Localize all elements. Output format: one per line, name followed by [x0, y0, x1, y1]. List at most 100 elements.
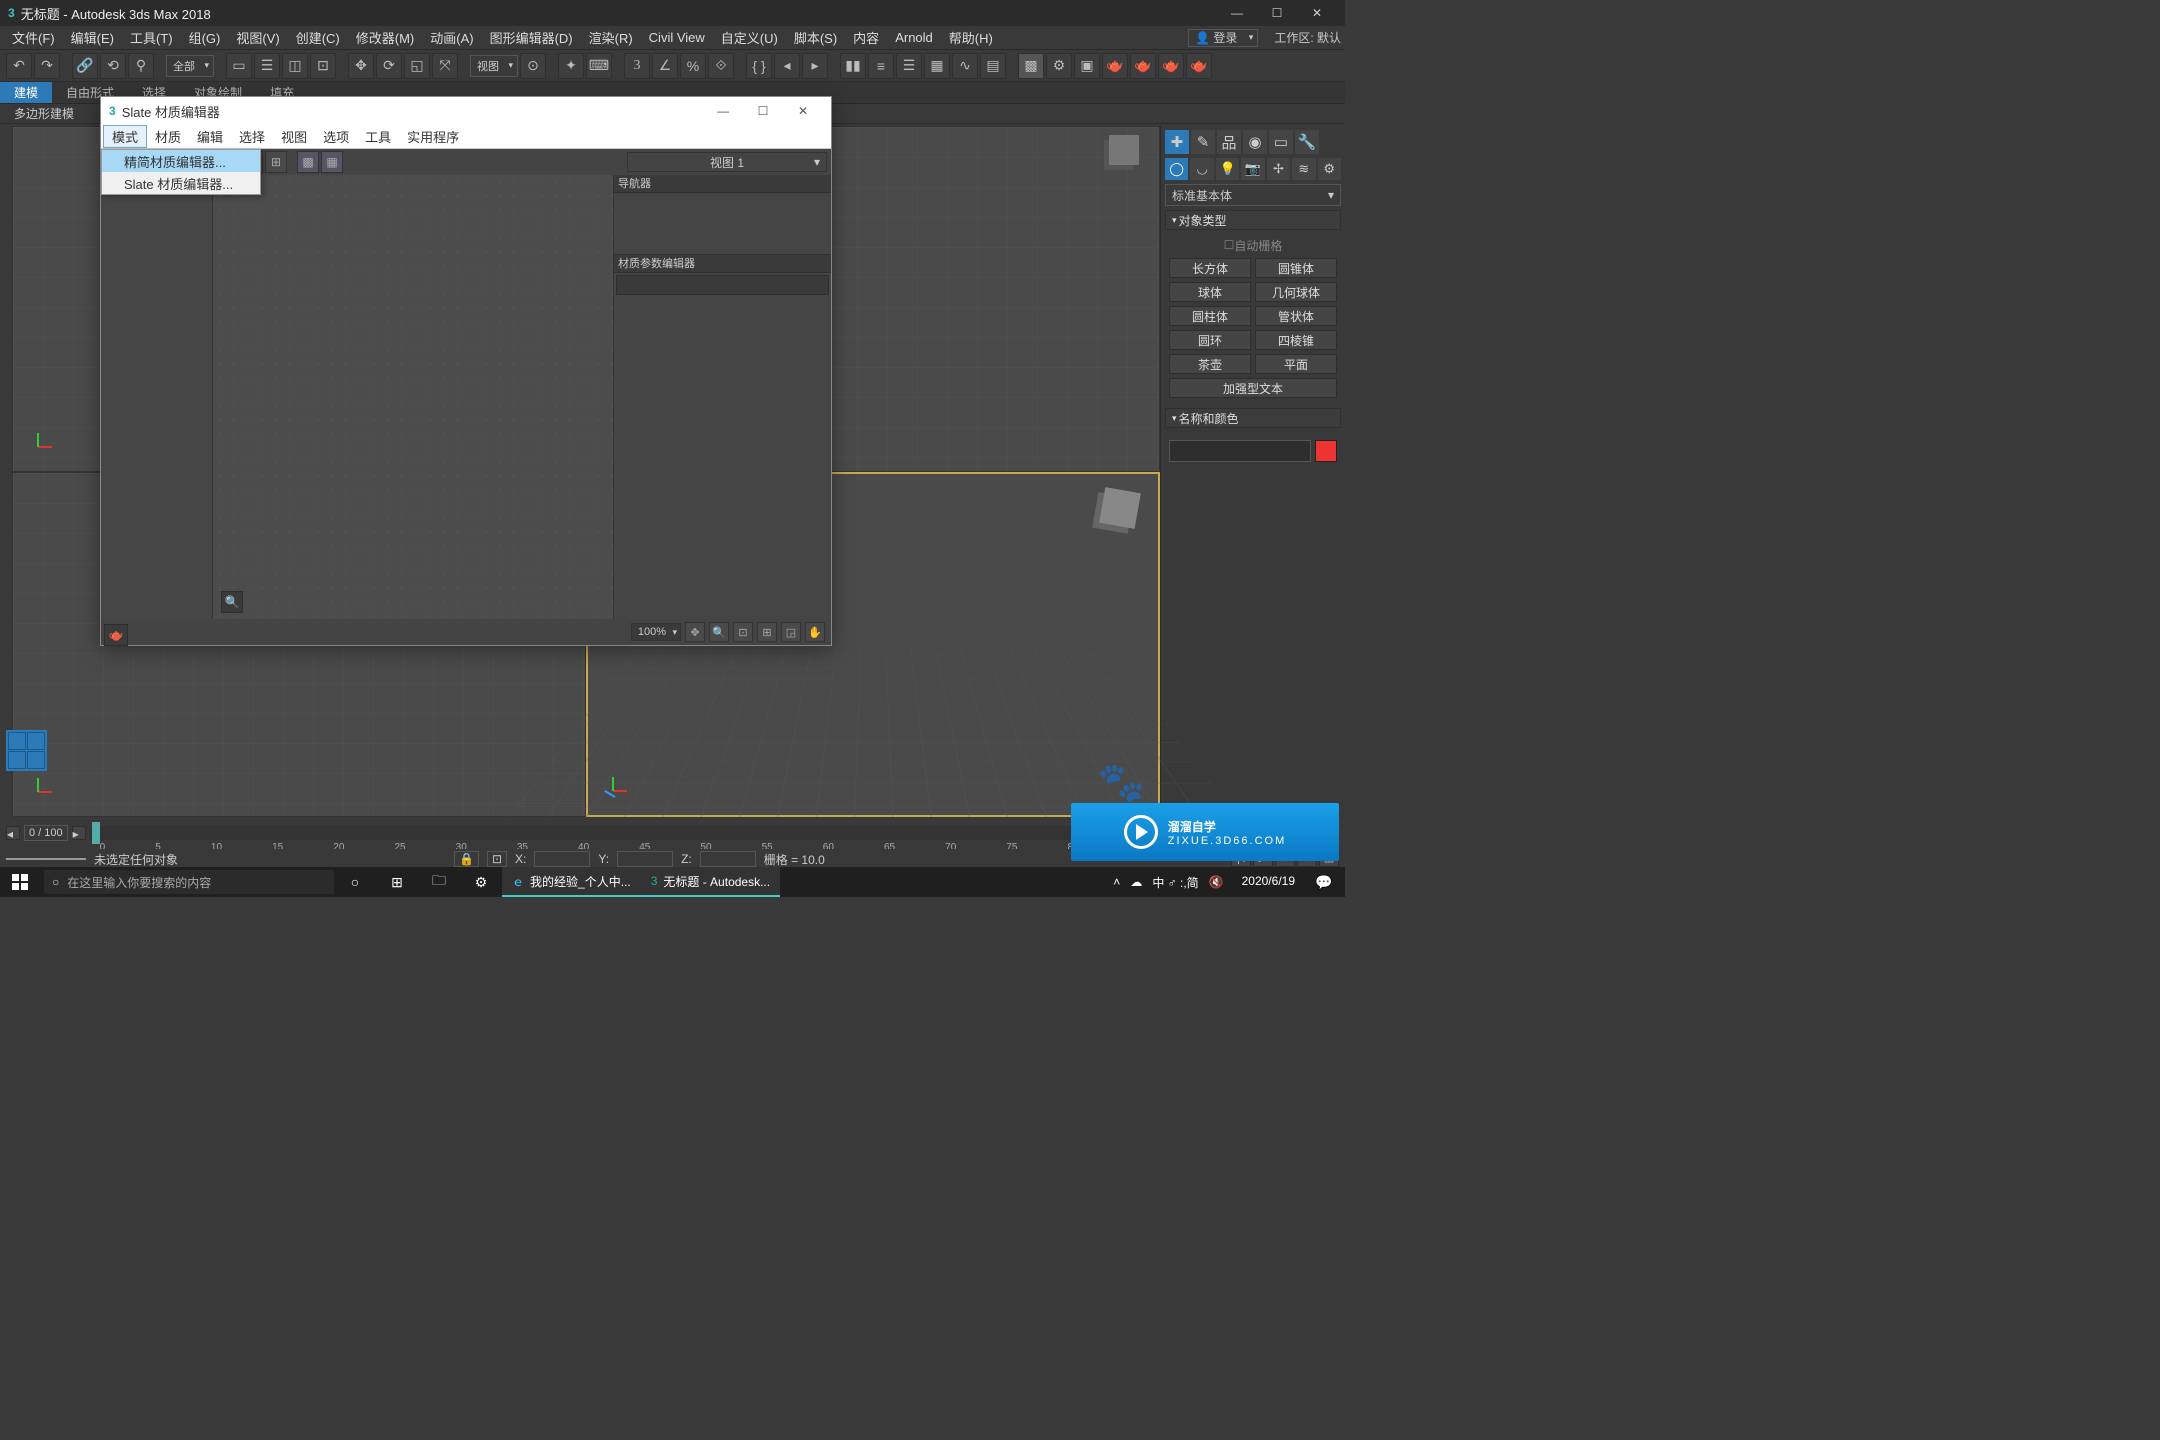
- menu-maxscript[interactable]: 脚本(S): [786, 26, 845, 49]
- schematic-button[interactable]: ▤: [980, 53, 1006, 79]
- slate-menu-edit[interactable]: 编辑: [189, 125, 231, 148]
- create-cameras-button[interactable]: 📷: [1241, 158, 1264, 180]
- window-minimize-button[interactable]: —: [1217, 0, 1257, 26]
- selset-prev-button[interactable]: ◂: [774, 53, 800, 79]
- slate-search-button[interactable]: 🔍: [221, 591, 243, 613]
- autogrid-checkbox[interactable]: ☐ 自动栅格: [1169, 236, 1337, 254]
- slate-zoom-dropdown[interactable]: 100%: [631, 623, 681, 641]
- coord-x-field[interactable]: [534, 851, 590, 867]
- slate-material-browser[interactable]: [101, 175, 213, 619]
- prim-tube-button[interactable]: 管状体: [1255, 306, 1337, 326]
- slate-param-header[interactable]: 材质参数编辑器: [614, 255, 831, 273]
- menu-modifiers[interactable]: 修改器(M): [348, 26, 423, 49]
- pivot-button[interactable]: ⊙: [520, 53, 546, 79]
- prim-pyramid-button[interactable]: 四棱锥: [1255, 330, 1337, 350]
- viewcube-icon[interactable]: [1099, 487, 1141, 529]
- menu-edit[interactable]: 编辑(E): [63, 26, 122, 49]
- mirror-button[interactable]: ▮▮: [840, 53, 866, 79]
- rotate-button[interactable]: ⟳: [376, 53, 402, 79]
- create-lights-button[interactable]: 💡: [1216, 158, 1239, 180]
- slate-titlebar[interactable]: 3 Slate 材质编辑器 — ☐ ✕: [101, 97, 831, 125]
- prim-cylinder-button[interactable]: 圆柱体: [1169, 306, 1251, 326]
- mode-slate-item[interactable]: Slate 材质编辑器...: [102, 172, 260, 194]
- tray-up-icon[interactable]: ˄: [1113, 875, 1120, 889]
- slate-layout-button[interactable]: ⊞: [265, 151, 287, 173]
- slate-navigator-header[interactable]: 导航器: [614, 175, 831, 193]
- menu-civilview[interactable]: Civil View: [641, 26, 713, 49]
- menu-arnold[interactable]: Arnold: [887, 26, 941, 49]
- window-maximize-button[interactable]: ☐: [1257, 0, 1297, 26]
- create-category-dropdown[interactable]: 标准基本体: [1165, 184, 1341, 206]
- cmd-tab-modify[interactable]: ✎: [1191, 130, 1215, 154]
- menu-create[interactable]: 创建(C): [288, 26, 348, 49]
- create-geometry-button[interactable]: ◯: [1165, 158, 1188, 180]
- prim-cone-button[interactable]: 圆锥体: [1255, 258, 1337, 278]
- align-button[interactable]: ≡: [868, 53, 894, 79]
- timeline-next-button[interactable]: ▸: [72, 826, 86, 840]
- cmd-tab-utilities[interactable]: 🔧: [1295, 130, 1319, 154]
- volume-icon[interactable]: 🔇: [1209, 875, 1224, 889]
- taskbar-search[interactable]: ○ 在这里输入你要搜索的内容: [44, 870, 334, 894]
- create-helpers-button[interactable]: ✢: [1267, 158, 1290, 180]
- slate-node-view[interactable]: 🔍: [213, 175, 613, 619]
- object-name-field[interactable]: [1169, 440, 1311, 462]
- slate-navigator[interactable]: [614, 193, 831, 255]
- slate-menu-view[interactable]: 视图: [273, 125, 315, 148]
- prim-plane-button[interactable]: 平面: [1255, 354, 1337, 374]
- slate-zoomregion-button[interactable]: ⊡: [733, 622, 753, 642]
- onedrive-icon[interactable]: ☁: [1130, 875, 1142, 889]
- mode-compact-item[interactable]: 精简材质编辑器...: [102, 150, 260, 172]
- move-button[interactable]: ✥: [348, 53, 374, 79]
- placement-button[interactable]: ⤧: [432, 53, 458, 79]
- menu-grapheditors[interactable]: 图形编辑器(D): [482, 26, 581, 49]
- link-button[interactable]: 🔗: [72, 53, 98, 79]
- refcoord-dropdown[interactable]: 视图: [470, 55, 518, 77]
- select-region-button[interactable]: ◫: [282, 53, 308, 79]
- slate-menu-mode[interactable]: 模式: [103, 125, 147, 148]
- window-cross-button[interactable]: ⊡: [310, 53, 336, 79]
- snap-toggle-button[interactable]: 3: [624, 53, 650, 79]
- slate-menu-options[interactable]: 选项: [315, 125, 357, 148]
- prim-torus-button[interactable]: 圆环: [1169, 330, 1251, 350]
- menu-file[interactable]: 文件(F): [4, 26, 63, 49]
- action-center-button[interactable]: 💬: [1303, 867, 1345, 897]
- settings-button[interactable]: ⚙: [460, 867, 502, 897]
- redo-button[interactable]: ↷: [34, 53, 60, 79]
- slate-view-dropdown[interactable]: 视图 1: [627, 152, 827, 172]
- rollout-objecttype[interactable]: 对象类型: [1165, 210, 1341, 230]
- undo-button[interactable]: ↶: [6, 53, 32, 79]
- selection-filter-dropdown[interactable]: 全部: [166, 55, 214, 77]
- render-online-button[interactable]: 🫖: [1186, 53, 1212, 79]
- render-button[interactable]: 🫖: [1102, 53, 1128, 79]
- coord-z-field[interactable]: [700, 851, 756, 867]
- render-frame-button[interactable]: ▣: [1074, 53, 1100, 79]
- start-button[interactable]: [0, 867, 40, 897]
- slate-preview-button[interactable]: 🫖: [104, 624, 128, 646]
- slate-panview-button[interactable]: ✋: [805, 622, 825, 642]
- selset-next-button[interactable]: ▸: [802, 53, 828, 79]
- slate-close-button[interactable]: ✕: [783, 97, 823, 125]
- slate-menu-tools[interactable]: 工具: [357, 125, 399, 148]
- angle-snap-button[interactable]: ∠: [652, 53, 678, 79]
- taskbar-app-edge[interactable]: ｅ我的经验_个人中...: [502, 867, 641, 897]
- slate-zoom-button[interactable]: 🔍: [709, 622, 729, 642]
- toggle-ribbon-button[interactable]: ▦: [924, 53, 950, 79]
- create-systems-button[interactable]: ⚙: [1318, 158, 1341, 180]
- menu-group[interactable]: 组(G): [181, 26, 229, 49]
- coord-y-field[interactable]: [617, 851, 673, 867]
- taskbar-clock[interactable]: 2020/6/19: [1234, 875, 1303, 888]
- scale-button[interactable]: ◱: [404, 53, 430, 79]
- select-name-button[interactable]: ☰: [254, 53, 280, 79]
- cmd-tab-motion[interactable]: ◉: [1243, 130, 1267, 154]
- slate-menu-material[interactable]: 材质: [147, 125, 189, 148]
- menu-rendering[interactable]: 渲染(R): [581, 26, 641, 49]
- slate-maximize-button[interactable]: ☐: [743, 97, 783, 125]
- slate-navgrid-button[interactable]: ▦: [321, 151, 343, 173]
- taskview-button[interactable]: ⊞: [376, 867, 418, 897]
- isolate-button[interactable]: ⊡: [487, 851, 507, 867]
- prim-geosphere-button[interactable]: 几何球体: [1255, 282, 1337, 302]
- menu-animation[interactable]: 动画(A): [422, 26, 481, 49]
- unlink-button[interactable]: ⟲: [100, 53, 126, 79]
- slate-zoomextents-button[interactable]: ⊞: [757, 622, 777, 642]
- menu-views[interactable]: 视图(V): [228, 26, 287, 49]
